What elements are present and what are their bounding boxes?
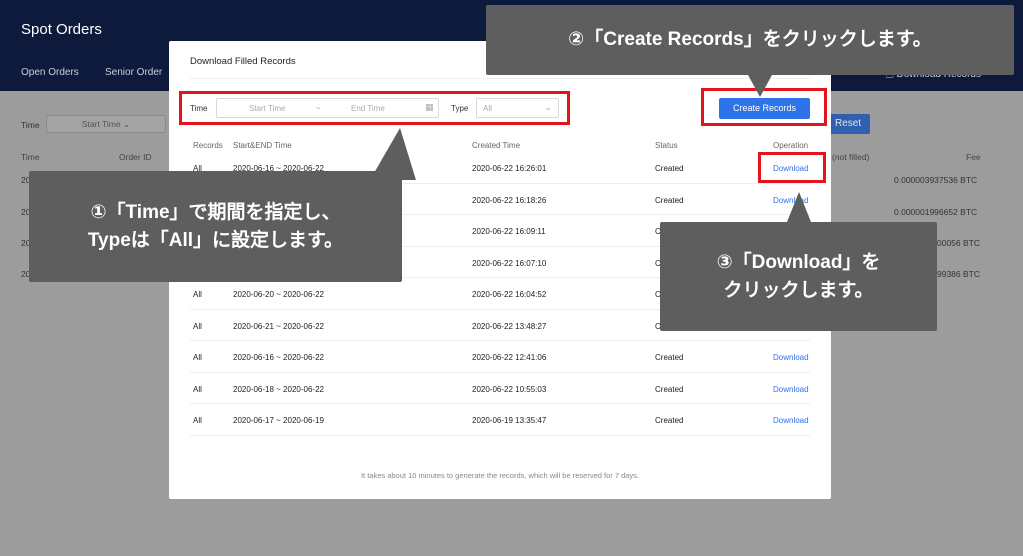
bg-row-fee: 0.000001996652 BTC <box>894 207 978 217</box>
table-row: All 2020-06-16 ~ 2020-06-22 2020-06-22 12:… <box>190 341 810 373</box>
bg-time-label: Time <box>21 120 40 130</box>
bg-row-fee: 00056 BTC <box>937 238 980 248</box>
callout-step2: ②「Create Records」をクリックします。 <box>486 5 1014 75</box>
callout-step1: ①「Time」で期間を指定し、 Typeは「All」に設定します。 <box>29 171 402 282</box>
status-cell: Created <box>655 384 684 394</box>
bg-col-fee: Fee <box>966 152 981 162</box>
bg-col-time: Time <box>21 152 40 162</box>
created-time-cell: 2020-06-22 16:07:10 <box>472 258 547 268</box>
records-cell: All <box>193 321 202 331</box>
chevron-down-icon: ⌄ <box>122 119 131 129</box>
records-cell: All <box>193 353 202 362</box>
created-time-cell: 2020-06-22 16:26:01 <box>472 164 547 173</box>
col-operation: Operation <box>773 141 809 150</box>
download-link[interactable]: Download <box>773 416 809 425</box>
download-link[interactable]: Download <box>773 353 809 362</box>
modal-title: Download Filled Records <box>190 56 296 67</box>
created-time-cell: 2020-06-22 13:48:27 <box>472 321 547 331</box>
col-start-end-time: Start&END Time <box>233 141 292 150</box>
retention-note: It takes about 10 minutes to generate th… <box>360 471 640 480</box>
table-row: All 2020-06-18 ~ 2020-06-22 2020-06-22 10:… <box>190 373 810 404</box>
callout-pointer <box>748 75 772 97</box>
status-cell: Created <box>655 353 684 362</box>
bg-row-fee: 99386 BTC <box>937 269 980 279</box>
tab-senior-order[interactable]: Senior Order <box>105 67 162 78</box>
highlight-time-type <box>179 91 570 125</box>
download-link[interactable]: Download <box>773 385 809 394</box>
divider <box>190 78 810 79</box>
status-cell: Created <box>655 164 684 173</box>
date-range-cell: 2020-06-18 ~ 2020-06-22 <box>233 384 324 394</box>
tab-open-orders[interactable]: Open Orders <box>21 67 79 78</box>
records-cell: All <box>193 384 202 394</box>
date-range-cell: 2020-06-20 ~ 2020-06-22 <box>233 290 324 299</box>
callout-pointer <box>787 192 811 222</box>
callout-step3: ③「Download」を クリックします。 <box>660 222 937 331</box>
col-records: Records <box>193 141 223 150</box>
page-title: Spot Orders <box>21 21 102 38</box>
date-range-cell: 2020-06-17 ~ 2020-06-19 <box>233 416 324 425</box>
bg-start-time-input[interactable]: Start Time ⌄ <box>46 115 166 133</box>
bg-col-not-filled: (not filled) <box>832 152 870 162</box>
created-time-cell: 2020-06-22 12:41:06 <box>472 353 547 362</box>
highlight-download <box>758 152 826 183</box>
date-range-cell: 2020-06-16 ~ 2020-06-22 <box>233 353 324 362</box>
table-row: All 2020-06-17 ~ 2020-06-19 2020-06-19 13:… <box>190 404 810 436</box>
created-time-cell: 2020-06-22 16:04:52 <box>472 290 547 299</box>
status-cell: Created <box>655 416 684 425</box>
bg-col-order-id: Order ID <box>119 152 152 162</box>
records-cell: All <box>193 416 202 425</box>
date-range-cell: 2020-06-21 ~ 2020-06-22 <box>233 321 324 331</box>
records-cell: All <box>193 290 202 299</box>
bg-row-fee: 0.000003937536 BTC <box>894 175 978 185</box>
bg-reset-button[interactable]: Reset <box>826 114 870 134</box>
created-time-cell: 2020-06-19 13:35:47 <box>472 416 547 425</box>
status-cell: Created <box>655 195 684 205</box>
created-time-cell: 2020-06-22 16:18:26 <box>472 195 547 205</box>
col-status: Status <box>655 141 678 150</box>
created-time-cell: 2020-06-22 10:55:03 <box>472 384 547 394</box>
created-time-cell: 2020-06-22 16:09:11 <box>472 227 546 236</box>
col-created-time: Created Time <box>472 141 521 150</box>
